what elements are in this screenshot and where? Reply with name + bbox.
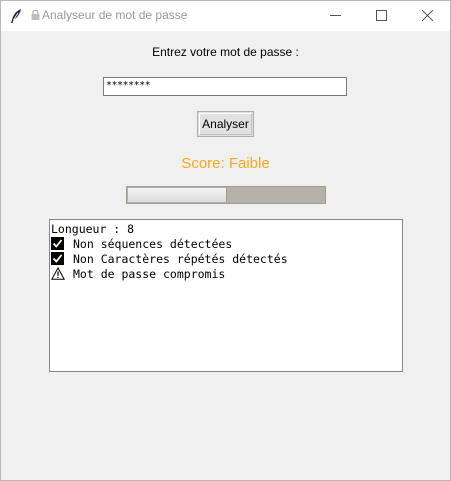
check-icon	[51, 252, 64, 265]
window-title: Analyseur de mot de passe	[31, 8, 187, 22]
title-bar[interactable]: Analyseur de mot de passe	[1, 1, 450, 31]
lock-icon	[31, 9, 40, 20]
tk-feather-icon	[9, 8, 23, 24]
maximize-icon	[376, 10, 387, 21]
result-text: Mot de passe compromis	[73, 267, 226, 281]
app-window: Analyseur de mot de passe Entrez votre m…	[0, 0, 451, 481]
password-input[interactable]: ********	[103, 77, 347, 96]
result-line-length: Longueur : 8	[51, 222, 402, 237]
password-prompt-label: Entrez votre mot de passe :	[152, 45, 299, 59]
minimize-icon	[330, 15, 341, 16]
result-line-compromised: Mot de passe compromis	[50, 266, 402, 282]
score-label: Score: Faible	[181, 155, 270, 172]
close-button[interactable]	[404, 1, 450, 31]
analyze-button-label: Analyser	[202, 117, 249, 131]
result-line-sequences: Non séquences détectées	[51, 237, 402, 252]
strength-progress-fill	[128, 188, 227, 202]
window-title-text: Analyseur de mot de passe	[42, 8, 188, 22]
result-text: Longueur : 8	[51, 222, 135, 236]
warning-icon	[50, 266, 66, 280]
minimize-button[interactable]	[312, 1, 358, 31]
close-icon	[422, 10, 433, 21]
analyze-button[interactable]: Analyser	[197, 111, 254, 137]
strength-progress-bar	[126, 186, 326, 204]
result-text: Non séquences détectées	[73, 237, 233, 251]
results-textbox[interactable]: Longueur : 8 Non séquences détectées Non…	[49, 219, 403, 372]
result-text: Non Caractères répétés détectés	[73, 252, 288, 266]
check-icon	[51, 237, 64, 250]
maximize-button[interactable]	[358, 1, 404, 31]
result-line-repeats: Non Caractères répétés détectés	[51, 252, 402, 267]
